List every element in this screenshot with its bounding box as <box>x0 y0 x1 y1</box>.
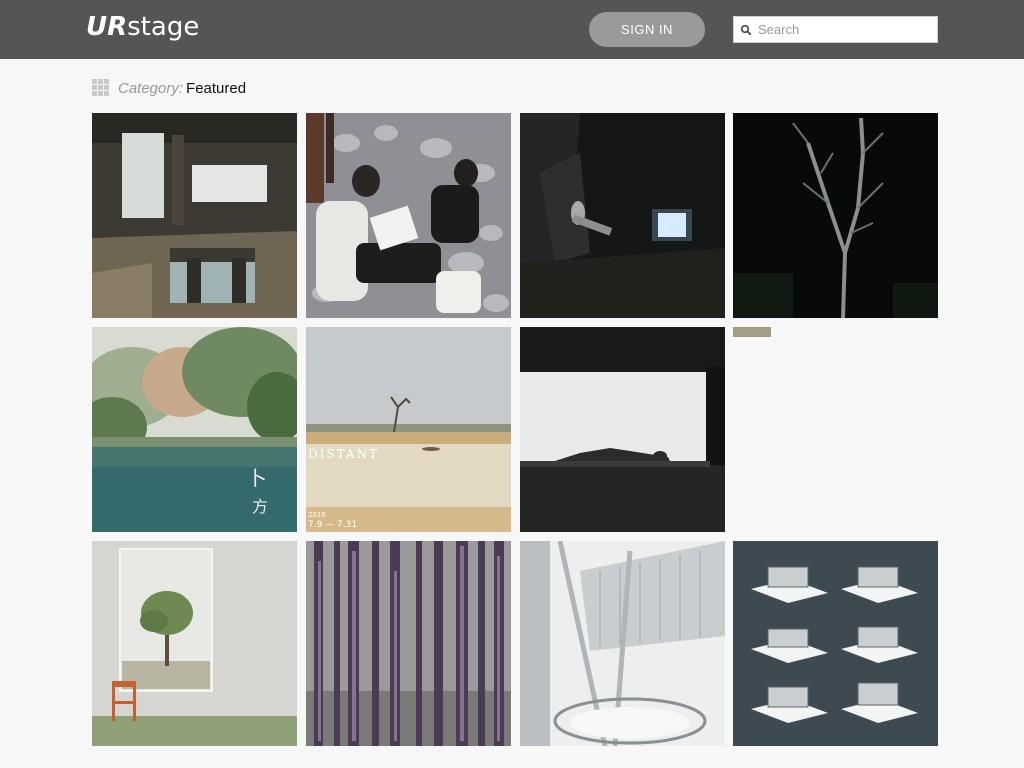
photo-white-architecture <box>520 541 725 746</box>
logo-bold-part: UR <box>86 12 128 42</box>
poster-year: 2016 <box>308 511 326 519</box>
gallery-item-distant-poster[interactable]: DISTANT 2016 7.9 — 7.31 <box>306 327 511 532</box>
search-icon <box>740 24 752 36</box>
search-box[interactable] <box>733 16 938 43</box>
gallery-item-forest-lake[interactable]: 卜 方 <box>92 327 297 532</box>
photo-tree-frame <box>92 541 297 746</box>
gallery-item-white-architecture[interactable] <box>520 541 725 746</box>
logo-rest-part: stage <box>127 12 200 42</box>
gallery-item-architecture-models[interactable] <box>733 541 938 746</box>
breadcrumb: Category: Featured <box>92 78 246 98</box>
photo-distant-poster: DISTANT 2016 7.9 — 7.31 <box>306 327 511 532</box>
search-input[interactable] <box>758 19 933 40</box>
photo-architecture-models <box>733 541 938 746</box>
top-navigation-bar: URstage SIGN IN <box>0 0 1024 59</box>
gallery-item-night-figure-with-screen[interactable] <box>520 113 725 318</box>
gallery-item-purple-forest[interactable] <box>306 541 511 746</box>
svg-text:卜: 卜 <box>247 466 267 490</box>
gallery-item-tree-in-frame-with-chair[interactable] <box>92 541 297 746</box>
photo-tree-at-night <box>733 113 938 318</box>
svg-text:方: 方 <box>252 497 268 516</box>
category-label: Category: <box>118 79 184 97</box>
poster-title: DISTANT <box>308 447 379 461</box>
photo-people-on-rocks <box>306 113 511 318</box>
gallery-item-small-thumbnail[interactable] <box>733 327 771 337</box>
gallery-item-abandoned-room-pool[interactable] <box>92 113 297 318</box>
category-value[interactable]: Featured <box>186 80 246 97</box>
photo-abandoned-room <box>92 113 297 318</box>
photo-night-screen <box>520 113 725 318</box>
gallery-item-two-people-on-rocks[interactable] <box>306 113 511 318</box>
photo-forest-lake: 卜 方 <box>92 327 297 532</box>
grid-icon <box>92 79 110 97</box>
poster-date-range: 7.9 — 7.31 <box>308 520 357 530</box>
urstage-logo[interactable]: URstage <box>86 12 199 42</box>
sign-in-button[interactable]: SIGN IN <box>589 12 705 47</box>
photo-window-person <box>520 327 725 532</box>
gallery-item-bare-tree-at-night[interactable] <box>733 113 938 318</box>
gallery-item-person-lying-by-window[interactable] <box>520 327 725 532</box>
photo-purple-forest <box>306 541 511 746</box>
